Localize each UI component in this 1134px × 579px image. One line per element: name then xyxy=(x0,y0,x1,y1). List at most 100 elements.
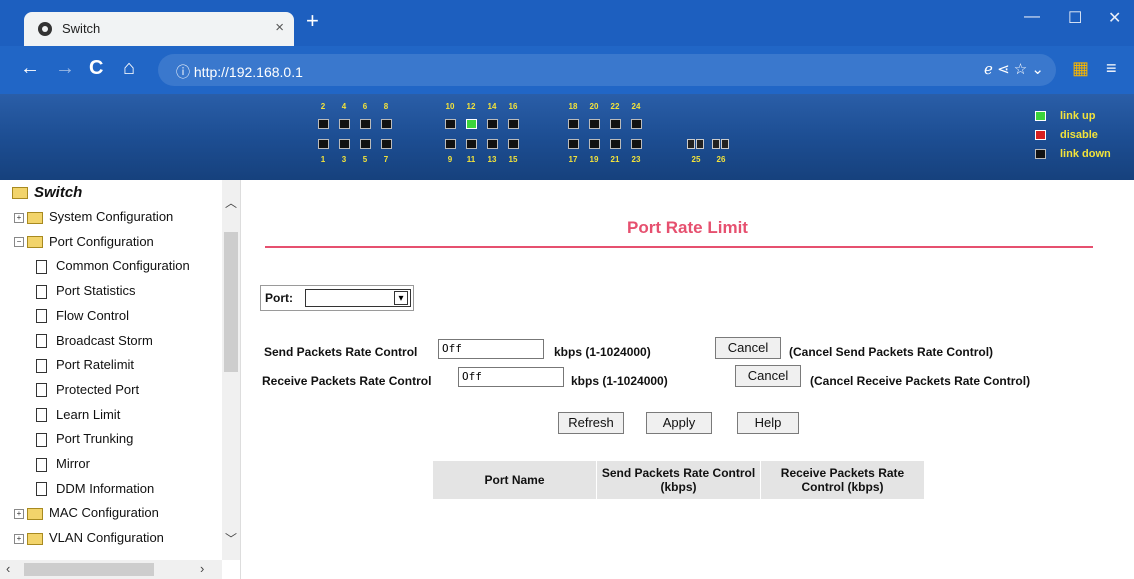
sidebar-item-port-trunking[interactable]: Port Trunking xyxy=(36,428,133,450)
recv-rate-input[interactable]: Off xyxy=(458,367,564,387)
port-number-label: 12 xyxy=(466,102,476,111)
port-8-icon[interactable] xyxy=(381,119,392,129)
sidebar-item-label: Port Ratelimit xyxy=(56,357,135,373)
sidebar-item-protected-port[interactable]: Protected Port xyxy=(36,379,139,401)
reload-button[interactable]: C xyxy=(89,58,103,78)
url-host: 192.168.0.1 xyxy=(228,64,303,80)
port-19-icon[interactable] xyxy=(589,139,600,149)
expand-icon[interactable]: + xyxy=(14,212,24,223)
collapse-icon[interactable]: − xyxy=(14,237,24,248)
sidebar-item-common-configuration[interactable]: Common Configuration xyxy=(36,255,190,277)
legend-disable: disable xyxy=(1035,129,1098,141)
document-icon xyxy=(36,408,47,423)
port-5-icon[interactable] xyxy=(360,139,371,149)
sfp-port-25-icon[interactable] xyxy=(687,139,695,149)
port-7-icon[interactable] xyxy=(381,139,392,149)
port-number-label: 14 xyxy=(487,102,497,111)
maximize-button[interactable]: ☐ xyxy=(1068,8,1082,28)
recv-cancel-button[interactable]: Cancel xyxy=(735,365,801,387)
port-2-icon[interactable] xyxy=(318,119,329,129)
browser-tab[interactable]: Switch × xyxy=(24,12,294,46)
document-icon xyxy=(36,334,47,349)
port-12-icon[interactable] xyxy=(466,119,477,129)
legend-link-down: link down xyxy=(1035,148,1111,160)
sidebar-item-label: Port Trunking xyxy=(56,431,134,447)
sfp-port-26-icon[interactable] xyxy=(721,139,729,149)
sidebar-item-vlan-configuration[interactable]: + VLAN Configuration xyxy=(14,527,164,549)
port-21-icon[interactable] xyxy=(610,139,621,149)
site-favicon-icon xyxy=(38,22,52,36)
port-3-icon[interactable] xyxy=(339,139,350,149)
sfp-port-25-icon[interactable] xyxy=(696,139,704,149)
minimize-button[interactable]: — xyxy=(1024,8,1040,26)
port-9-icon[interactable] xyxy=(445,139,456,149)
sidebar-item-port-statistics[interactable]: Port Statistics xyxy=(36,280,135,302)
port-23-icon[interactable] xyxy=(631,139,642,149)
chevron-down-icon[interactable]: ▾ xyxy=(394,291,408,305)
port-16-icon[interactable] xyxy=(508,119,519,129)
send-cancel-button[interactable]: Cancel xyxy=(715,337,781,359)
send-rate-input[interactable]: Off xyxy=(438,339,544,359)
help-button[interactable]: Help xyxy=(737,412,799,434)
scroll-right-icon[interactable]: › xyxy=(200,561,204,576)
forward-button[interactable]: → xyxy=(55,58,75,78)
new-tab-button[interactable]: + xyxy=(306,10,319,32)
apply-button[interactable]: Apply xyxy=(646,412,712,434)
port-number-label: 26 xyxy=(716,155,726,164)
port-17-icon[interactable] xyxy=(568,139,579,149)
port-number-label: 10 xyxy=(445,102,455,111)
tab-close-icon[interactable]: × xyxy=(275,19,284,36)
port-15-icon[interactable] xyxy=(508,139,519,149)
legend-link-up-label: link up xyxy=(1060,110,1096,122)
port-24-icon[interactable] xyxy=(631,119,642,129)
sidebar-item-system-configuration[interactable]: + System Configuration xyxy=(14,206,173,228)
back-button[interactable]: ← xyxy=(20,58,40,78)
address-bar-icons[interactable]: ℯ ⋖ ☆ ⌄ xyxy=(984,60,1044,78)
sidebar-item-ddm-information[interactable]: DDM Information xyxy=(36,478,154,500)
sidebar-item-port-ratelimit[interactable]: Port Ratelimit xyxy=(36,354,134,376)
menu-icon[interactable]: ≡ xyxy=(1106,58,1117,79)
port-20-icon[interactable] xyxy=(589,119,600,129)
scroll-down-icon[interactable]: ﹀ xyxy=(225,530,237,547)
sidebar-item-mac-configuration[interactable]: + MAC Configuration xyxy=(14,502,159,524)
port-18-icon[interactable] xyxy=(568,119,579,129)
extension-icon[interactable]: ▦ xyxy=(1072,58,1089,79)
close-window-button[interactable]: ✕ xyxy=(1108,8,1121,28)
link-up-icon xyxy=(1035,111,1046,122)
document-icon xyxy=(36,457,47,472)
sfp-port-26-icon[interactable] xyxy=(712,139,720,149)
port-select[interactable]: ▾ xyxy=(305,289,411,307)
sidebar-item-broadcast-storm[interactable]: Broadcast Storm xyxy=(36,330,153,352)
refresh-button[interactable]: Refresh xyxy=(558,412,624,434)
sidebar-item-mirror[interactable]: Mirror xyxy=(36,453,90,475)
port-22-icon[interactable] xyxy=(610,119,621,129)
address-bar[interactable]: ⓘ http://192.168.0.1 ℯ ⋖ ☆ ⌄ xyxy=(158,54,1056,86)
port-14-icon[interactable] xyxy=(487,119,498,129)
send-rate-unit: kbps (1-1024000) xyxy=(554,345,651,359)
sidebar-horizontal-scrollbar[interactable]: ‹ › xyxy=(0,560,222,579)
port-10-icon[interactable] xyxy=(445,119,456,129)
col-recv-rate: Receive Packets Rate Control (kbps) xyxy=(760,460,925,500)
port-1-icon[interactable] xyxy=(318,139,329,149)
scroll-up-icon[interactable]: ︿ xyxy=(225,194,237,211)
port-11-icon[interactable] xyxy=(466,139,477,149)
port-13-icon[interactable] xyxy=(487,139,498,149)
port-number-label: 21 xyxy=(610,155,620,164)
port-4-icon[interactable] xyxy=(339,119,350,129)
sidebar-item-label: Protected Port xyxy=(56,381,140,397)
sidebar-vertical-scrollbar[interactable]: ︿ ﹀ xyxy=(222,180,240,560)
scroll-thumb[interactable] xyxy=(224,232,238,372)
sidebar-item-port-configuration[interactable]: − Port Configuration xyxy=(14,231,154,253)
horizontal-scroll-thumb[interactable] xyxy=(24,563,154,576)
sidebar-item-learn-limit[interactable]: Learn Limit xyxy=(36,404,120,426)
sidebar-item-label: Port Statistics xyxy=(56,283,136,299)
home-button[interactable]: ⌂ xyxy=(123,58,135,78)
port-6-icon[interactable] xyxy=(360,119,371,129)
sidebar-item-label: MAC Configuration xyxy=(49,505,159,521)
scroll-left-icon[interactable]: ‹ xyxy=(6,561,10,576)
port-number-label: 23 xyxy=(631,155,641,164)
expand-icon[interactable]: + xyxy=(14,508,24,519)
expand-icon[interactable]: + xyxy=(14,533,24,544)
sidebar-item-flow-control[interactable]: Flow Control xyxy=(36,305,129,327)
tree-root[interactable]: Switch xyxy=(12,182,82,204)
